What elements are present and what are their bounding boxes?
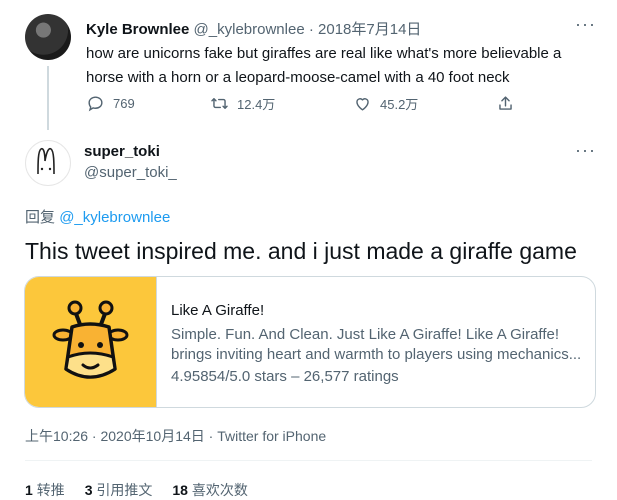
giraffe-icon [25, 277, 157, 407]
tweet1-text-line1: how are unicorns fake but giraffes are r… [86, 45, 562, 62]
reply-context: 回复 @_kylebrownlee [25, 206, 170, 227]
card-rating: 4.95854/5.0 stars – 26,577 ratings [171, 368, 399, 385]
reply-icon [88, 96, 103, 112]
card-description: Simple. Fun. And Clean. Just Like A Gira… [171, 325, 589, 365]
like-button[interactable]: 45.2万 [353, 94, 418, 113]
tweet1-author-handle[interactable]: @_kylebrownlee [194, 21, 305, 38]
tweet-timestamp[interactable]: 上午10:26 · 2020年10月14日 · Twitter for iPho… [25, 426, 326, 446]
card-description-line2: brings inviting heart and warmth to play… [171, 346, 582, 363]
reply-prefix: 回复 [25, 209, 56, 226]
divider [25, 460, 592, 461]
retweets-stat-count: 1 [25, 482, 33, 498]
tweet2-more-icon[interactable]: ··· [575, 140, 596, 161]
reply-count: 769 [113, 96, 135, 111]
tweet1-author-name[interactable]: Kyle Brownlee [86, 21, 189, 38]
quotes-stat-label: 引用推文 [96, 482, 153, 498]
share-icon [499, 96, 512, 110]
card-description-line1: Simple. Fun. And Clean. Just Like A Gira… [171, 326, 559, 343]
tweet2-text: This tweet inspired me. and i just made … [25, 238, 577, 264]
retweet-icon [211, 98, 228, 109]
toki-logo [37, 147, 55, 175]
likes-stat-count: 18 [172, 482, 188, 498]
likes-stat-label: 喜欢次数 [191, 482, 248, 498]
like-count: 45.2万 [380, 97, 419, 112]
retweets-stat[interactable]: 1 转推 [25, 480, 65, 500]
tweet1-header: Kyle Brownlee @_kylebrownlee · 2018年7月14… [86, 18, 421, 39]
tweet2-author-handle[interactable]: @super_toki_ [84, 164, 177, 181]
thread-connector [47, 66, 49, 130]
reply-to-link[interactable]: @_kylebrownlee [59, 209, 170, 226]
reply-button[interactable]: 769 [86, 94, 135, 113]
quotes-stat[interactable]: 3 引用推文 [85, 480, 153, 500]
tweet2-author-name[interactable]: super_toki [84, 143, 160, 160]
tweet1-separator: · [308, 21, 314, 38]
link-card[interactable]: Like A Giraffe! Simple. Fun. And Clean. … [24, 276, 596, 408]
tweet1-more-icon[interactable]: ··· [575, 14, 596, 35]
quotes-stat-count: 3 [84, 482, 93, 498]
share-button[interactable] [496, 94, 515, 113]
tweet1-text-line2: horse with a horn or a leopard-moose-cam… [86, 69, 510, 86]
avatar-kyle[interactable] [25, 14, 71, 60]
avatar-super-toki[interactable] [25, 140, 71, 186]
retweets-stat-label: 转推 [36, 482, 65, 498]
tweet-stats: 1 转推 3 引用推文 18 喜欢次数 [25, 480, 248, 500]
likes-stat[interactable]: 18 喜欢次数 [172, 480, 247, 500]
tweet1-text: how are unicorns fake but giraffes are r… [86, 42, 566, 90]
retweet-button[interactable]: 12.4万 [210, 94, 275, 113]
heart-icon [356, 98, 369, 111]
card-body: Like A Giraffe! Simple. Fun. And Clean. … [171, 301, 589, 387]
card-title: Like A Giraffe! [171, 302, 265, 319]
retweet-count: 12.4万 [237, 97, 276, 112]
tweet1-date[interactable]: 2018年7月14日 [318, 21, 421, 38]
